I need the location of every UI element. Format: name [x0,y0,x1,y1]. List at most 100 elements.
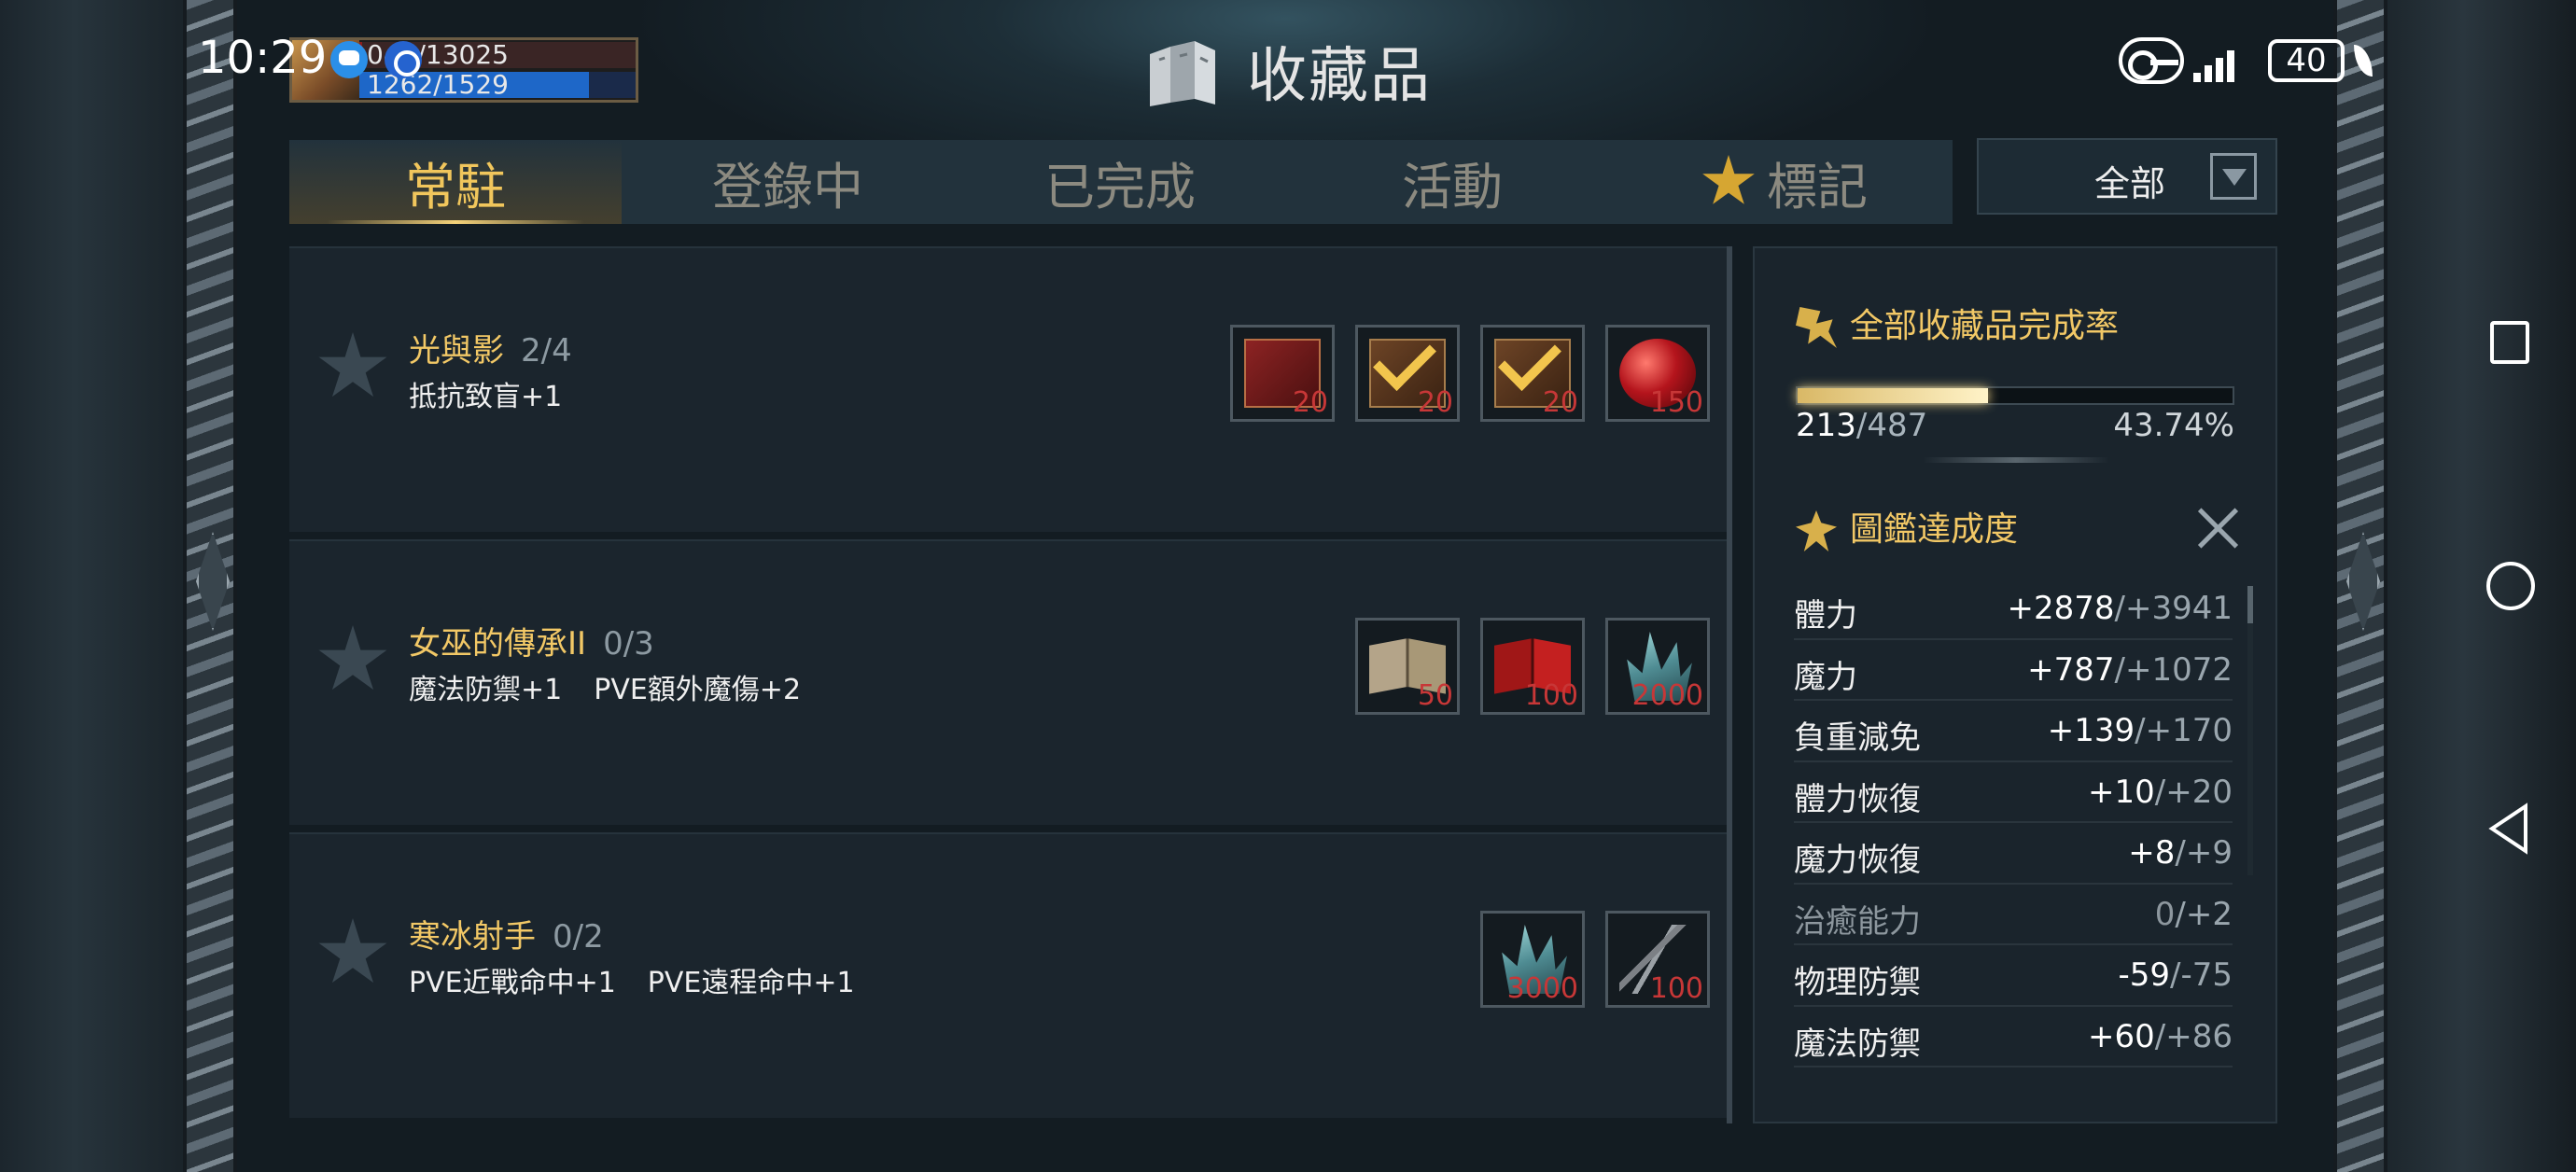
collection-effects: 魔法防禦+1 PVE額外魔傷+2 [409,674,802,706]
battery-icon: 40 [2268,39,2345,82]
item-count: 2000 [1631,679,1703,712]
stat-label: 治癒能力 [1794,902,1921,941]
stats-scrollbar[interactable] [2247,586,2253,875]
stat-row: 體力 +2878/+3941 [1794,579,2233,640]
item-count: 20 [1417,386,1453,419]
item-count: 20 [1542,386,1578,419]
stat-label: 魔法防禦 [1794,1025,1921,1063]
tab-registering[interactable]: 登錄中 [622,140,954,224]
stat-row: 治癒能力 0/+2 [1794,885,2233,945]
stat-value: -59/-75 [2118,956,2233,994]
tab-completed[interactable]: 已完成 [954,140,1286,224]
collection-row[interactable]: 寒冰射手 0/2 PVE近戰命中+1 PVE遠程命中+1 3000 100 [289,832,1727,1118]
tab-marked[interactable]: 標記 [1618,140,1951,224]
stat-value: +10/+20 [2088,773,2233,811]
stat-row: 負重減免 +139/+170 [1794,701,2233,762]
stat-value: +139/+170 [2047,712,2233,749]
stats-list: 體力 +2878/+3941 魔力 +787/+1072 負重減免 +139/+170 體力… [1794,579,2233,1067]
achievement-heading: 圖鑑達成度 [1796,502,2018,551]
stat-value: +787/+1072 [2027,650,2233,689]
star-icon [1702,155,1755,204]
collection-name: 寒冰射手 0/2 [409,918,604,956]
right-backdrop [2371,0,2576,1172]
stat-label: 物理防禦 [1794,964,1921,1001]
stat-value: +2878/+3941 [2007,590,2233,627]
item-slot[interactable]: 150 [1605,325,1710,422]
stat-value: +8/+9 [2128,834,2233,872]
favorite-star-icon[interactable] [318,625,387,691]
vpn-key-icon [2119,37,2184,84]
home-button[interactable] [2486,562,2535,610]
total-completion-bar [1796,386,2234,405]
item-slot[interactable]: 20 [1480,325,1585,422]
item-slot[interactable]: 2000 [1605,618,1710,715]
item-slot[interactable]: 50 [1355,618,1460,715]
favorite-star-icon[interactable] [318,332,387,398]
mp-text: 1262/1529 [367,69,509,100]
total-completion-heading: 全部收藏品完成率 [1796,299,2119,348]
collection-row[interactable]: 光與影 2/4 抵抗致盲+1 20 20 20 150 [289,246,1727,532]
right-ornamental-frame [2333,0,2387,1172]
list-scrollbar[interactable] [1727,246,1732,1123]
item-slot[interactable]: 3000 [1480,911,1585,1008]
stat-row: 魔力 +787/+1072 [1794,640,2233,701]
fleur-icon [1796,510,1837,551]
tab-label: 常駐 [405,157,506,216]
trophy-icon [1796,307,1837,348]
collection-progress: 0/3 [603,625,654,663]
stat-value: +60/+86 [2088,1017,2233,1055]
total-count: 213/487 [1796,407,1928,444]
tab-permanent[interactable]: 常駐 [289,140,622,224]
back-triangle-icon [2488,802,2527,855]
chevron-down-icon[interactable] [2210,153,2257,200]
collection-name: 光與影 2/4 [409,332,572,370]
stat-label: 負重減免 [1794,719,1921,757]
message-notification-icon [330,41,368,78]
stat-label: 體力 [1794,597,1857,635]
collection-progress: 0/2 [553,918,604,956]
collection-book-icon [1150,41,1215,106]
signal-icon [2193,49,2249,82]
favorite-star-icon[interactable] [318,918,387,984]
stat-label: 魔力 [1794,658,1857,696]
collection-name: 女巫的傳承II 0/3 [409,625,654,663]
collection-effects: 抵抗致盲+1 [409,381,563,413]
item-slot[interactable]: 20 [1355,325,1460,422]
item-count: 100 [1649,972,1703,1005]
left-backdrop [0,0,187,1172]
stat-row: 物理防禦 -59/-75 [1794,945,2233,1007]
required-items: 50 100 2000 [1355,618,1710,715]
collection-row[interactable]: 女巫的傳承II 0/3 魔法防禦+1 PVE額外魔傷+2 50 100 2000 [289,539,1727,825]
tab-event[interactable]: 活動 [1286,140,1618,224]
required-items: 20 20 20 150 [1230,325,1710,422]
item-count: 150 [1649,386,1703,419]
left-ornamental-frame [183,0,237,1172]
item-slot[interactable]: 20 [1230,325,1335,422]
tab-bar: 常駐 登錄中 已完成 活動 標記 [289,140,1953,224]
app-notification-icon [385,41,422,78]
tab-label: 登錄中 [712,157,863,216]
filter-dropdown[interactable]: 全部 [1977,138,2277,215]
item-count: 50 [1417,679,1453,712]
item-count: 100 [1524,679,1578,712]
back-button[interactable] [2486,802,2531,855]
item-slot[interactable]: 100 [1480,618,1585,715]
collection-list: 光與影 2/4 抵抗致盲+1 20 20 20 150 女巫的傳承II 0/3 魔法… [289,246,1727,1123]
stat-label: 魔力恢復 [1794,842,1921,879]
tab-label: 標記 [1767,157,1868,216]
tab-label: 已完成 [1044,157,1196,216]
ornament-divider [1923,457,2109,463]
collection-effects: PVE近戰命中+1 PVE遠程命中+1 [409,967,855,999]
close-icon[interactable] [2195,506,2240,551]
stat-row: 體力恢復 +10/+20 [1794,762,2233,823]
page-title: 收藏品 [1247,42,1432,111]
item-slot[interactable]: 100 [1605,911,1710,1008]
stat-value: 0/+2 [2154,895,2233,933]
collection-progress: 2/4 [521,332,572,370]
stat-label: 體力恢復 [1794,780,1921,818]
stat-row: 魔法防禦 +60/+86 [1794,1007,2233,1067]
clock: 10:29 [198,32,328,84]
required-items: 3000 100 [1480,911,1710,1008]
recent-apps-button[interactable] [2490,321,2529,364]
stat-row: 魔力恢復 +8/+9 [1794,823,2233,885]
